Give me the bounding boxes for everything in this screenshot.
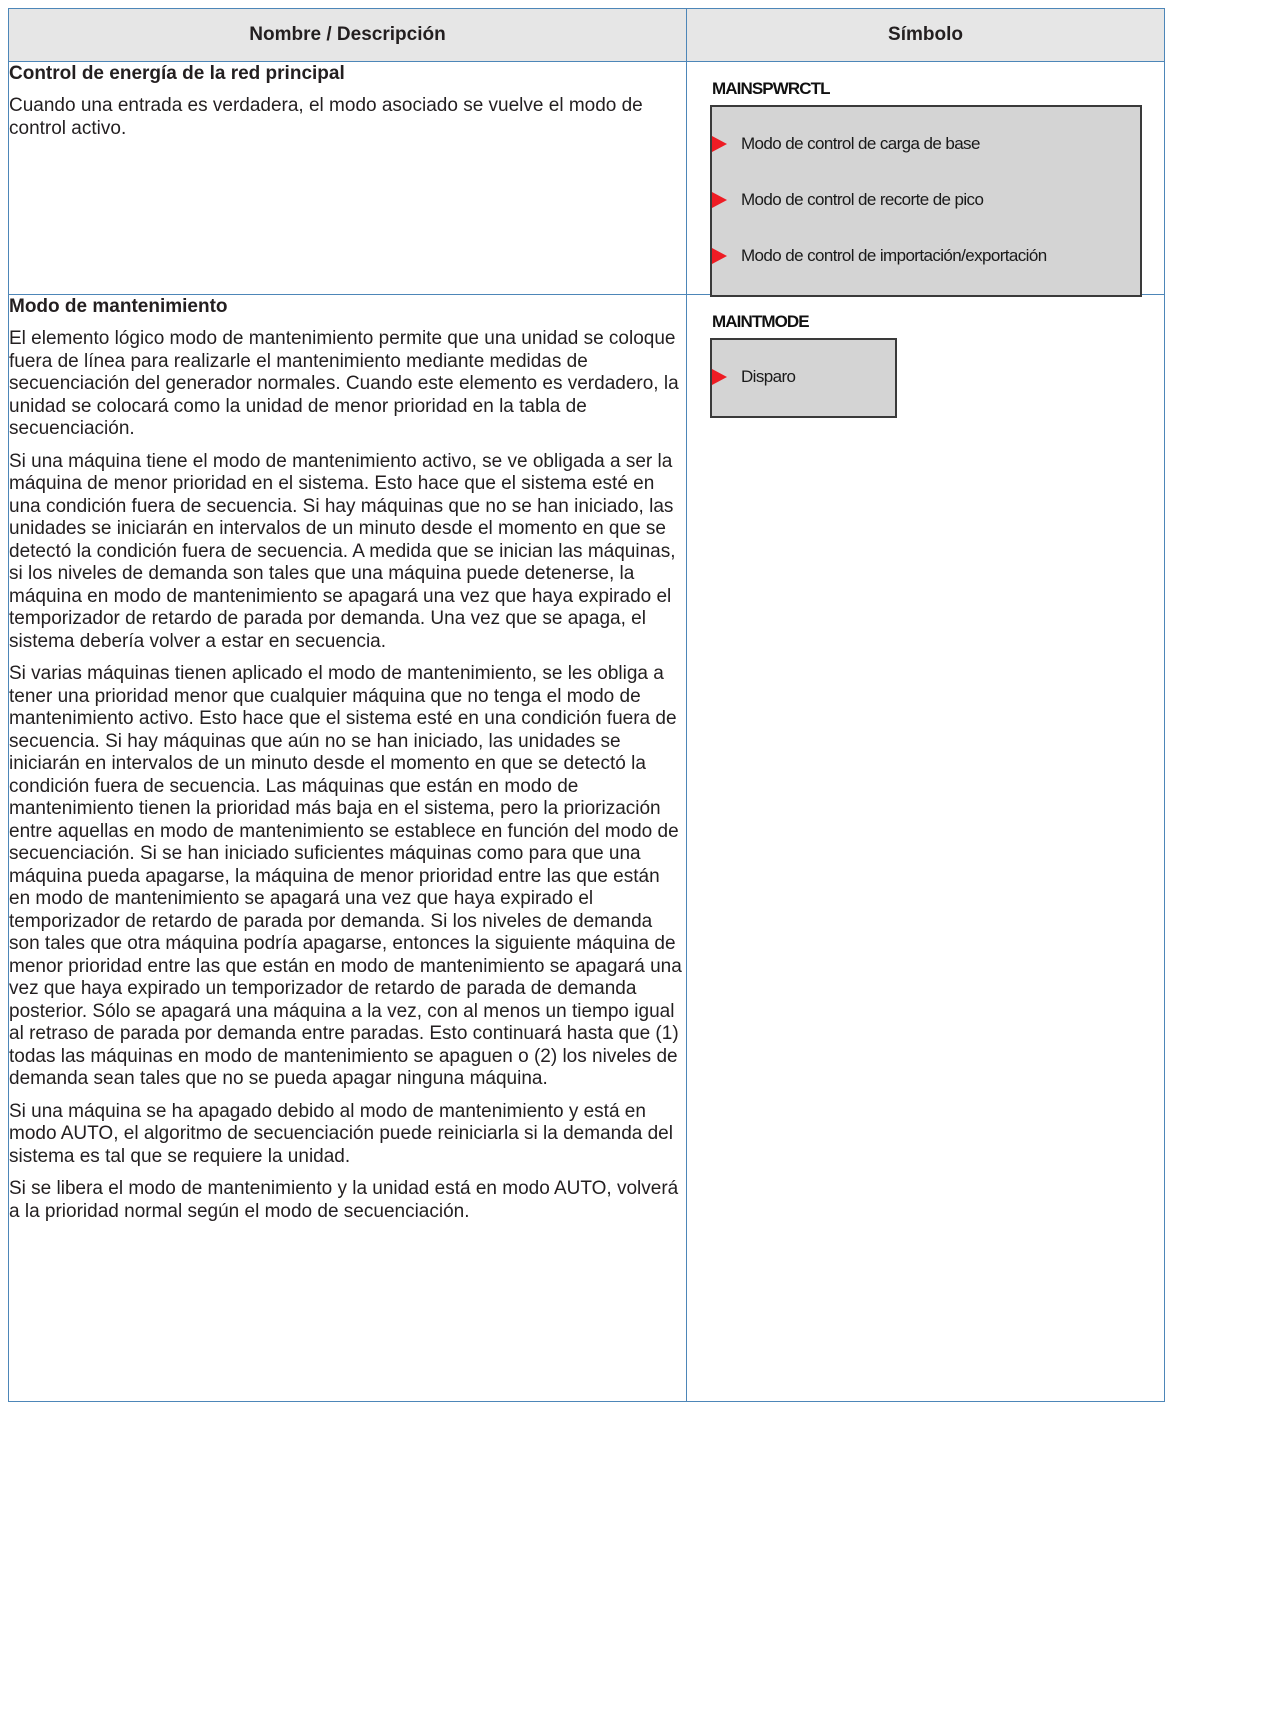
description-paragraph: Cuando una entrada es verdadera, el modo… bbox=[9, 95, 643, 139]
symbol-cell: MAINTMODE Disparo bbox=[686, 294, 1165, 1402]
description-paragraph: Si varias máquinas tienen aplicado el mo… bbox=[9, 663, 682, 1089]
logic-block: Modo de control de carga de base Modo de… bbox=[710, 105, 1142, 297]
table-header-row: Nombre / Descripción Símbolo bbox=[8, 8, 1165, 62]
description-paragraph: Si una máquina tiene el modo de mantenim… bbox=[9, 450, 676, 652]
block-input: Modo de control de importación/exportaci… bbox=[712, 245, 1047, 267]
description-paragraph: Si una máquina se ha apagado debido al m… bbox=[9, 1100, 673, 1167]
header-description: Nombre / Descripción bbox=[8, 8, 687, 62]
symbol-cell: MAINSPWRCTL Modo de control de carga de … bbox=[686, 61, 1165, 297]
entry-title: Control de energía de la red principal bbox=[9, 63, 345, 84]
input-arrow-icon bbox=[712, 248, 727, 264]
input-label: Modo de control de recorte de pico bbox=[741, 190, 984, 209]
input-arrow-icon bbox=[712, 369, 727, 385]
block-name: MAINTMODE bbox=[712, 312, 810, 331]
description-cell: Control de energía de la red principal C… bbox=[8, 61, 687, 295]
block-name: MAINSPWRCTL bbox=[712, 79, 830, 98]
logic-elements-table: Nombre / Descripción Símbolo Control de … bbox=[8, 8, 1165, 1402]
table-row: Control de energía de la red principal C… bbox=[8, 61, 1165, 297]
description-cell: Modo de mantenimiento El elemento lógico… bbox=[8, 294, 687, 1402]
block-input: Modo de control de carga de base bbox=[712, 133, 980, 155]
description-paragraph: Si se libera el modo de mantenimiento y … bbox=[9, 1178, 679, 1222]
input-label: Modo de control de carga de base bbox=[741, 134, 980, 153]
block-input: Modo de control de recorte de pico bbox=[712, 189, 984, 211]
table-row: Modo de mantenimiento El elemento lógico… bbox=[8, 294, 1165, 1402]
header-symbol: Símbolo bbox=[686, 8, 1165, 62]
block-input: Disparo bbox=[712, 366, 796, 388]
input-arrow-icon bbox=[712, 136, 727, 152]
input-label: Modo de control de importación/exportaci… bbox=[741, 246, 1047, 265]
description-paragraph: El elemento lógico modo de mantenimiento… bbox=[9, 328, 679, 439]
input-label: Disparo bbox=[741, 367, 796, 386]
input-arrow-icon bbox=[712, 192, 727, 208]
entry-title: Modo de mantenimiento bbox=[9, 296, 228, 317]
logic-block: Disparo bbox=[710, 338, 897, 418]
